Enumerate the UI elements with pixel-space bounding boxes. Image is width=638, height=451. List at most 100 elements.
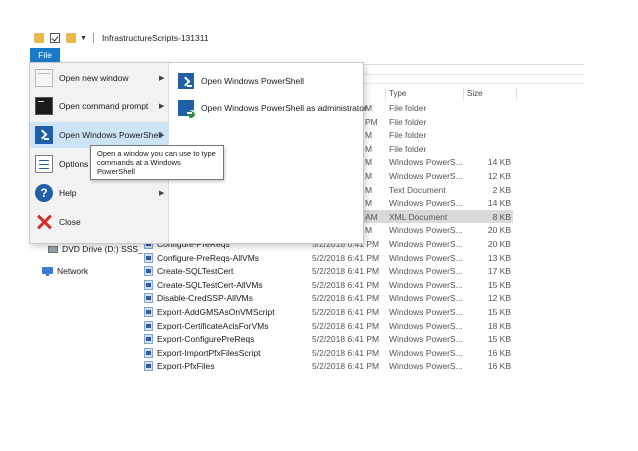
- file-size: 15 KB: [487, 279, 511, 290]
- menu-item-label: Close: [59, 217, 81, 227]
- customize-toolbar-icon[interactable]: ▼: [80, 35, 87, 42]
- file-type: Text Document: [389, 184, 446, 195]
- menu-item-label: Help: [59, 188, 77, 198]
- file-date: AM: [365, 211, 378, 222]
- file-size: 13 KB: [487, 252, 511, 263]
- file-date: M: [365, 171, 373, 181]
- file-type: Windows PowerS...: [389, 334, 463, 345]
- file-date: 5/2/2018 6:41 PM: [312, 320, 380, 331]
- file-row[interactable]: Disable-CredSSP-AllVMs 5/2/2018 6:41 PM Wi…: [28, 291, 584, 305]
- file-type: Windows PowerS...: [389, 171, 463, 181]
- column-divider[interactable]: [385, 88, 386, 100]
- menu-item-label: Open Windows PowerShell: [59, 130, 162, 140]
- file-row[interactable]: Create-SQLTestCert-AllVMs 5/2/2018 6:41 P…: [28, 278, 584, 292]
- window-title: InfrastructureScripts-131311: [101, 33, 209, 43]
- file-row[interactable]: Export-ConfigurePreReqs 5/2/2018 6:41 PM W…: [28, 332, 584, 346]
- file-size: 18 KB: [487, 320, 511, 331]
- file-type: Windows PowerS...: [389, 239, 463, 249]
- powershell-script-icon: [144, 307, 153, 317]
- file-row[interactable]: Create-SQLTestCert 5/2/2018 6:41 PM Window…: [28, 264, 584, 278]
- file-row[interactable]: Export-CertificateAclsForVMs 5/2/2018 6:4…: [28, 319, 584, 333]
- submenu-arrow-icon: ▶: [159, 132, 165, 139]
- nav-item-network[interactable]: Network: [42, 266, 88, 276]
- file-type: Windows PowerS...: [389, 266, 463, 277]
- file-type: File folder: [389, 116, 427, 127]
- properties-icon[interactable]: [50, 33, 60, 43]
- menu-item-close[interactable]: Close: [30, 209, 169, 235]
- file-name: Export-ConfigurePreReqs: [157, 334, 255, 345]
- file-type: Windows PowerS...: [389, 157, 463, 168]
- nav-item-dvd-drive[interactable]: DVD Drive (D:) SSS_: [48, 244, 143, 254]
- powershell-script-icon: [144, 266, 153, 277]
- file-type: Windows PowerS...: [389, 361, 463, 372]
- file-name: Export-ImportPfxFilesScript: [157, 347, 261, 358]
- file-row[interactable]: Export-AddGMSAsOnVMScript 5/2/2018 6:41 P…: [28, 305, 584, 319]
- file-date: 5/2/2018 6:41 PM: [312, 266, 380, 277]
- file-size: 20 KB: [487, 239, 511, 249]
- file-date: 5/2/2018 6:41 PM: [312, 252, 380, 263]
- new-window-icon: [35, 69, 53, 87]
- powershell-script-icon: [144, 279, 153, 290]
- menu-item-help[interactable]: ? Help ▶: [30, 180, 169, 206]
- submenu-arrow-icon: ▶: [159, 75, 165, 82]
- file-type: Windows PowerS...: [389, 225, 463, 236]
- submenu-item-label: Open Windows PowerShell: [201, 76, 304, 86]
- file-name: Create-SQLTestCert: [157, 266, 234, 277]
- file-size: 2 KB: [492, 184, 511, 195]
- file-row[interactable]: Export-ImportPfxFilesScript 5/2/2018 6:41…: [28, 346, 584, 360]
- column-header-type[interactable]: Type: [389, 89, 406, 98]
- close-icon: [35, 213, 53, 231]
- help-icon: ?: [35, 184, 53, 202]
- powershell-script-icon: [144, 347, 153, 358]
- powershell-icon: [35, 126, 53, 144]
- powershell-script-icon: [144, 252, 153, 263]
- file-date: 5/2/2018 6:41 PM: [312, 279, 380, 290]
- new-folder-icon[interactable]: [66, 33, 76, 43]
- file-name: Export-CertificateAclsForVMs: [157, 320, 269, 331]
- submenu-arrow-icon: ▶: [159, 103, 165, 110]
- menu-item-open-command-prompt[interactable]: Open command prompt ▶: [30, 93, 169, 119]
- file-size: 16 KB: [487, 361, 511, 372]
- nav-item-label: DVD Drive (D:) SSS_: [62, 244, 143, 254]
- file-type: Windows PowerS...: [389, 198, 463, 209]
- file-type: Windows PowerS...: [389, 293, 463, 304]
- submenu-item-open-powershell-admin[interactable]: Open Windows PowerShell as administrator: [175, 96, 367, 120]
- file-name: Disable-CredSSP-AllVMs: [157, 293, 253, 304]
- file-size: 15 KB: [487, 334, 511, 345]
- file-type: Windows PowerS...: [389, 320, 463, 331]
- file-type: Windows PowerS...: [389, 307, 463, 317]
- file-date: M: [365, 157, 373, 168]
- submenu-arrow-icon: ▶: [159, 190, 165, 197]
- column-header-size[interactable]: Size: [467, 89, 483, 98]
- menu-item-label: Open command prompt: [59, 101, 149, 111]
- menu-item-open-new-window[interactable]: Open new window ▶: [30, 65, 169, 91]
- column-divider[interactable]: [516, 88, 517, 100]
- options-icon: [35, 155, 53, 173]
- file-name: Export-PfxFiles: [157, 361, 215, 372]
- file-name: Export-AddGMSAsOnVMScript: [157, 307, 275, 317]
- file-type: File folder: [389, 143, 427, 154]
- file-date: 5/2/2018 6:41 PM: [312, 347, 380, 358]
- file-date: M: [365, 130, 373, 141]
- file-date: 5/2/2018 6:41 PM: [312, 293, 380, 304]
- file-tab[interactable]: File: [30, 48, 60, 62]
- submenu-item-open-powershell[interactable]: Open Windows PowerShell: [175, 69, 361, 93]
- tooltip: Open a window you can use to type comman…: [90, 145, 224, 180]
- toolbar-divider: [92, 33, 94, 43]
- file-name: Configure-PreReqs-AllVMs: [157, 252, 260, 263]
- powershell-script-icon: [144, 361, 153, 372]
- powershell-admin-icon: [178, 100, 194, 116]
- menu-item-label: Options: [59, 159, 89, 169]
- file-size: 20 KB: [487, 225, 511, 236]
- file-size: 12 KB: [487, 171, 511, 181]
- column-divider[interactable]: [463, 88, 464, 100]
- file-size: 14 KB: [487, 198, 511, 209]
- file-row[interactable]: Export-PfxFiles 5/2/2018 6:41 PM Windows P…: [28, 359, 584, 372]
- powershell-script-icon: [144, 320, 153, 331]
- file-size: 15 KB: [487, 307, 511, 317]
- network-icon: [42, 266, 53, 276]
- file-date: PM: [365, 116, 378, 127]
- file-size: 16 KB: [487, 347, 511, 358]
- file-type: Windows PowerS...: [389, 252, 463, 263]
- file-date: M: [365, 225, 373, 236]
